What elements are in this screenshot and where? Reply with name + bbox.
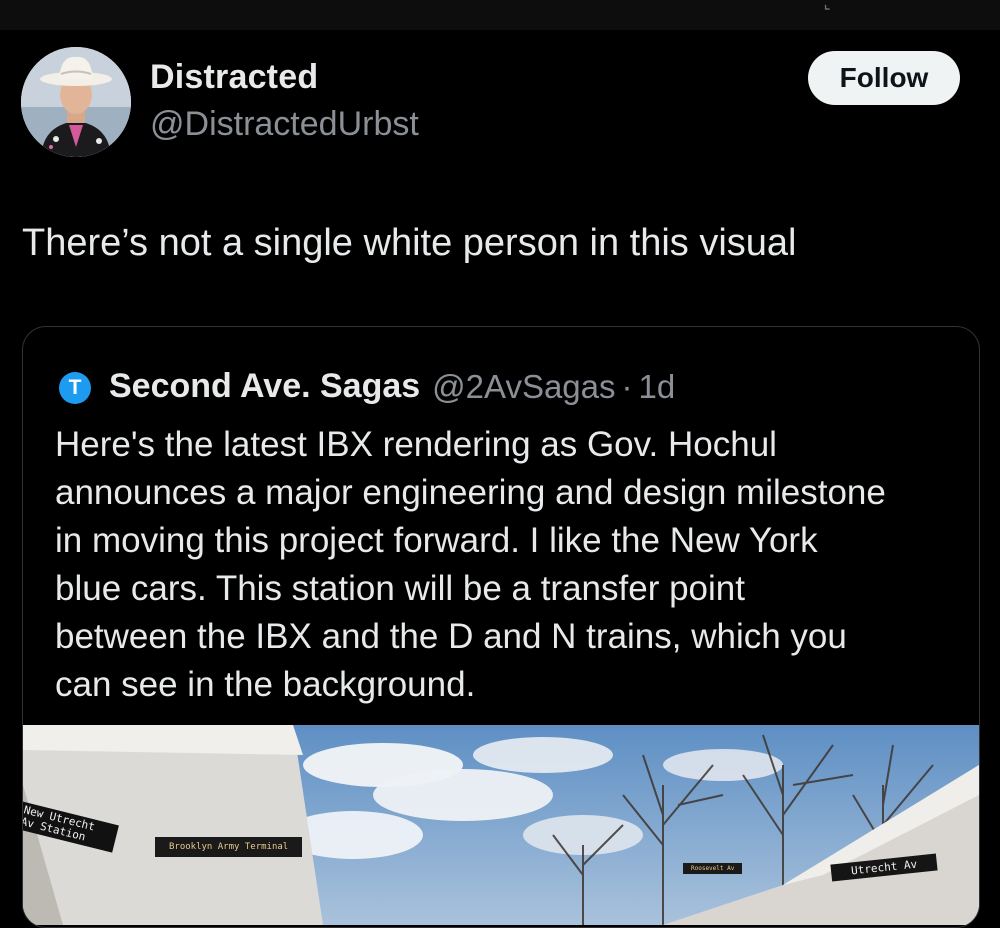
quoted-tweet-text: Here's the latest IBX rendering as Gov. … [55, 421, 955, 709]
avatar[interactable] [21, 47, 131, 157]
station-sign-right-small: Roosevelt Av [683, 863, 743, 874]
author-handle[interactable]: @DistractedUrbst [150, 105, 419, 144]
quoted-text-line: blue cars. This station will be a transf… [55, 569, 745, 608]
quoted-author-handle[interactable]: @2AvSagas [432, 368, 615, 406]
quoted-tweet-image[interactable]: New Utrecht Av Station Brooklyn Army Ter… [23, 725, 979, 925]
tweet-text: There’s not a single white person in thi… [22, 222, 797, 264]
quoted-avatar[interactable]: T [59, 371, 91, 404]
quoted-text-line: can see in the background. [55, 665, 476, 704]
station-sign-center: Brooklyn Army Terminal [155, 837, 303, 857]
follow-button[interactable]: Follow [808, 51, 960, 105]
top-bar: ⌄ [0, 0, 1000, 30]
avatar-image [21, 47, 131, 157]
station-rendering [23, 725, 979, 925]
separator-dot: · [621, 367, 633, 405]
quoted-author-name[interactable]: Second Ave. Sagas [109, 367, 420, 406]
quoted-tweet-header: T Second Ave. Sagas @2AvSagas · 1d [59, 367, 675, 406]
quoted-text-line: between the IBX and the D and N trains, … [55, 617, 847, 656]
quoted-timestamp[interactable]: 1d [639, 368, 676, 406]
quoted-text-line: Here's the latest IBX rendering as Gov. … [55, 425, 777, 464]
chevron-icon: ⌄ [817, 0, 840, 18]
quoted-text-line: in moving this project forward. I like t… [55, 521, 818, 560]
quoted-tweet[interactable]: T Second Ave. Sagas @2AvSagas · 1d Here'… [22, 326, 980, 928]
author-name[interactable]: Distracted [150, 58, 318, 97]
quoted-text-line: announces a major engineering and design… [55, 473, 886, 512]
